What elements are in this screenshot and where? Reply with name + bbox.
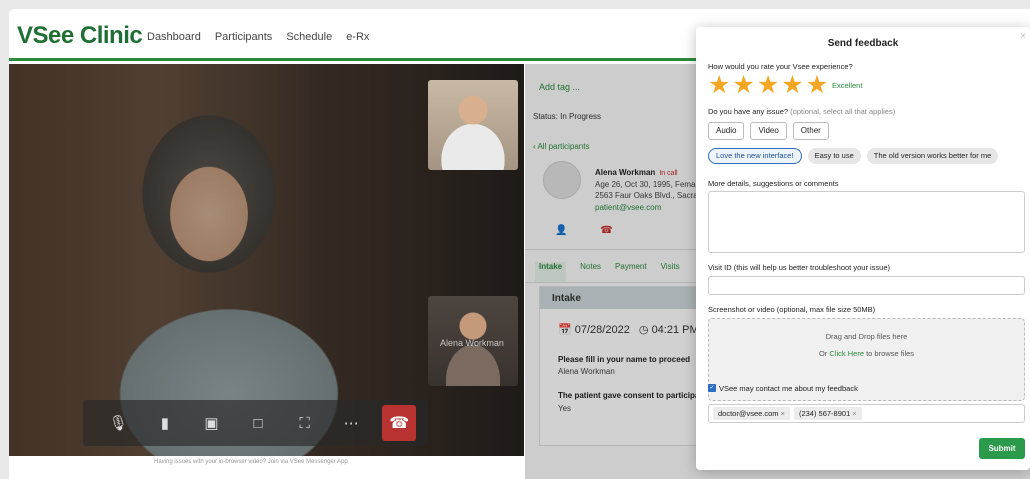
contact-phone: (234) 567-8901 (798, 409, 851, 418)
star-icon[interactable]: ★ (806, 73, 828, 98)
screenshot-label: Screenshot or video (optional, max file … (708, 305, 876, 314)
contacts-input[interactable]: doctor@vsee.com × (234) 567-8901 × (708, 404, 1025, 423)
video-call-area: Alena Workman 🎙 ▮ ▣ □ ⛶ ⋯ ☎ (9, 64, 524, 456)
remove-tag-icon[interactable]: × (852, 409, 856, 418)
dropzone-or: Or (818, 349, 828, 358)
remove-tag-icon[interactable]: × (781, 409, 785, 418)
issue-buttons: Audio Video Other (708, 122, 829, 140)
details-label: More details, suggestions or comments (708, 179, 839, 188)
chat-icon[interactable]: □ (235, 405, 282, 441)
feedback-dialog: Send feedback × How would you rate your … (696, 27, 1030, 470)
video-help-note: Having issues with your in-browser video… (154, 459, 348, 465)
details-textarea[interactable] (708, 191, 1025, 253)
contact-tag-phone: (234) 567-8901 × (793, 407, 862, 420)
star-icon[interactable]: ★ (757, 73, 779, 98)
screen-share-icon[interactable]: ▣ (188, 405, 235, 441)
pill-old-version-better[interactable]: The old version works better for me (866, 148, 999, 164)
microphone-icon[interactable]: 🎙 (95, 405, 142, 441)
call-controls: 🎙 ▮ ▣ □ ⛶ ⋯ ☎ (83, 400, 428, 446)
contact-label: VSee may contact me about my feedback (719, 384, 858, 393)
star-icon[interactable]: ★ (708, 73, 730, 98)
dropzone-browse: Or Click Here to browse files (709, 349, 1024, 358)
pill-easy-to-use[interactable]: Easy to use (807, 148, 861, 164)
click-here-link[interactable]: Click Here (829, 349, 864, 358)
star-rating: ★ ★ ★ ★ ★ (708, 73, 828, 98)
more-icon[interactable]: ⋯ (328, 405, 375, 441)
contact-tag-email: doctor@vsee.com × (713, 407, 790, 420)
visit-id-input[interactable] (708, 276, 1025, 295)
nav-erx[interactable]: e-Rx (346, 31, 369, 43)
issue-question: Do you have any issue? (optional, select… (708, 107, 895, 116)
main-nav: Dashboard Participants Schedule e-Rx (147, 31, 369, 43)
dropzone-text: Drag and Drop files here (825, 332, 908, 341)
submit-button[interactable]: Submit (979, 438, 1025, 459)
camera-icon[interactable]: ▮ (142, 405, 189, 441)
rate-question: How would you rate your Vsee experience? (708, 62, 853, 71)
rating-label: Excellent (832, 81, 863, 90)
logo: VSee Clinic (17, 22, 143, 49)
issue-question-hint: (optional, select all that applies) (790, 107, 896, 116)
self-video-name: Alena Workman (440, 338, 504, 348)
doctor-video-thumbnail[interactable] (428, 80, 518, 170)
self-video-thumbnail[interactable]: Alena Workman (428, 296, 518, 386)
close-icon[interactable]: × (1020, 31, 1026, 42)
nav-participants[interactable]: Participants (215, 31, 272, 43)
pill-love-new-interface[interactable]: Love the new interface! (708, 148, 802, 164)
star-icon[interactable]: ★ (732, 73, 754, 98)
contact-email: doctor@vsee.com (718, 409, 779, 418)
video-issue-button[interactable]: Video (750, 122, 787, 140)
fullscreen-icon[interactable]: ⛶ (281, 405, 328, 441)
contact-checkbox[interactable]: ✓ (708, 384, 716, 392)
dropzone-suffix: to browse files (866, 349, 915, 358)
nav-schedule[interactable]: Schedule (286, 31, 332, 43)
nav-dashboard[interactable]: Dashboard (147, 31, 201, 43)
dialog-title: Send feedback (827, 38, 899, 49)
issue-question-text: Do you have any issue? (708, 107, 789, 116)
audio-issue-button[interactable]: Audio (708, 122, 745, 140)
quick-feedback-pills: Love the new interface! Easy to use The … (708, 148, 999, 164)
star-icon[interactable]: ★ (781, 73, 803, 98)
visit-id-label: Visit ID (this will help us better troub… (708, 263, 891, 272)
end-call-icon[interactable]: ☎ (382, 405, 416, 441)
other-issue-button[interactable]: Other (792, 122, 829, 140)
